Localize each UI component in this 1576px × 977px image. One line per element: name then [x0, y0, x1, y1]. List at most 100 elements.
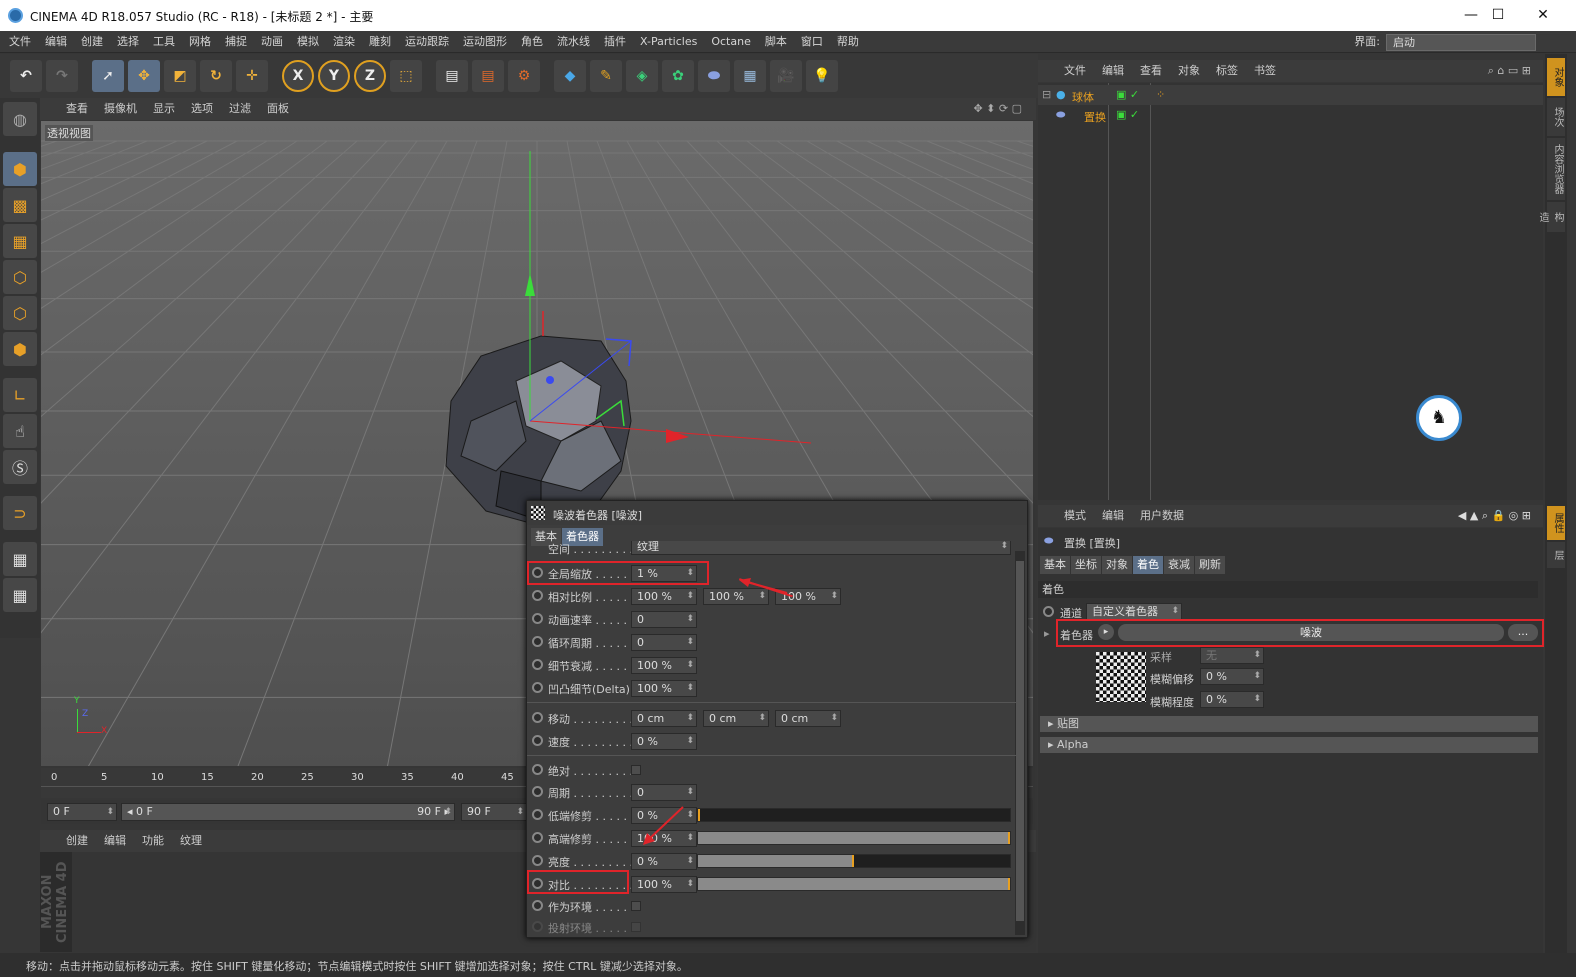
workplane-lock-icon[interactable]: ▦ [3, 542, 37, 576]
object-menu-item-0[interactable]: 文件 [1056, 60, 1094, 82]
tweak-mode-icon[interactable]: ☝ [3, 414, 37, 448]
object-manager-tools-icon[interactable]: ⌕ ⌂ ▭ ⊞ [1480, 60, 1539, 82]
workplane-align-icon[interactable]: ▦ [3, 578, 37, 612]
menu-item-16[interactable]: X-Particles [633, 31, 704, 53]
menu-item-2[interactable]: 创建 [74, 31, 110, 53]
visibility-toggle-icon[interactable]: ▣ ✓ [1116, 108, 1139, 121]
side-tab-attributes[interactable]: 属性 [1547, 506, 1565, 540]
viewport-nav-icons[interactable]: ✥ ⬍ ⟳ ▢ [965, 98, 1030, 120]
attr-tab-2[interactable]: 对象 [1102, 556, 1132, 574]
menu-item-11[interactable]: 运动跟踪 [398, 31, 456, 53]
menu-item-18[interactable]: 脚本 [758, 31, 794, 53]
channel-select[interactable]: 自定义着色器 [1086, 603, 1182, 620]
current-frame-field[interactable]: 0 F [47, 803, 117, 821]
attribute-menu-item-0[interactable]: 模式 [1056, 505, 1094, 527]
camera-icon[interactable]: 🎥 [770, 60, 802, 92]
side-tab-takes[interactable]: 场次 [1547, 98, 1565, 136]
floor-scene-icon[interactable]: ▦ [734, 60, 766, 92]
object-menu-item-1[interactable]: 编辑 [1094, 60, 1132, 82]
axis-mode-icon[interactable]: ∟ [3, 378, 37, 412]
noise-preview-thumbnail[interactable] [1096, 652, 1146, 702]
minimize-button[interactable]: — [1460, 4, 1482, 26]
blur-offset-field[interactable]: 0 % [1200, 668, 1264, 685]
viewport-menu-item-4[interactable]: 过滤 [221, 98, 259, 120]
z-axis-lock-icon[interactable]: Z [354, 60, 386, 92]
menu-item-19[interactable]: 窗口 [794, 31, 830, 53]
undo-icon[interactable]: ↶ [10, 60, 42, 92]
make-editable-icon[interactable]: ◍ [3, 102, 37, 136]
attribute-menu-item-1[interactable]: 编辑 [1094, 505, 1132, 527]
menu-item-13[interactable]: 角色 [514, 31, 550, 53]
phong-tag-icon[interactable]: ⁘ [1156, 88, 1165, 101]
group-alpha[interactable]: ▸ Alpha [1040, 737, 1538, 753]
attr-tab-4[interactable]: 衰减 [1164, 556, 1194, 574]
close-button[interactable]: ✕ [1532, 4, 1554, 26]
menu-item-17[interactable]: Octane [704, 31, 758, 53]
coordinate-system-icon[interactable]: ⬚ [390, 60, 422, 92]
object-menu-item-5[interactable]: 书签 [1246, 60, 1284, 82]
viewport-menu-item-2[interactable]: 显示 [145, 98, 183, 120]
scale-tool-icon[interactable]: ◩ [164, 60, 196, 92]
sampling-select[interactable]: 无 [1200, 647, 1264, 664]
side-tab-content-browser[interactable]: 内容浏览器 [1547, 138, 1565, 200]
render-settings-icon[interactable]: ⚙ [508, 60, 540, 92]
snap-icon[interactable]: Ⓢ [3, 450, 37, 484]
rotate-tool-icon[interactable]: ↻ [200, 60, 232, 92]
attribute-menu-item-2[interactable]: 用户数据 [1132, 505, 1192, 527]
attribute-manager-tools-icon[interactable]: ◀ ▲ ⌕ 🔒 ◎ ⊞ [1450, 505, 1539, 527]
material-menu-item-1[interactable]: 编辑 [96, 830, 134, 852]
viewport-menu-item-3[interactable]: 选项 [183, 98, 221, 120]
pen-spline-icon[interactable]: ✎ [590, 60, 622, 92]
material-menu-item-3[interactable]: 纹理 [172, 830, 210, 852]
workplane-icon[interactable]: ▦ [3, 224, 37, 258]
object-row-sphere[interactable]: ⊟ ● 球体 ▣ ✓ ⁘ [1038, 85, 1543, 105]
side-tab-objects[interactable]: 对象 [1547, 58, 1565, 96]
attr-tab-5[interactable]: 刷新 [1195, 556, 1225, 574]
polygons-mode-icon[interactable]: ⬢ [3, 332, 37, 366]
menu-item-15[interactable]: 插件 [597, 31, 633, 53]
viewport-menu-item-0[interactable]: 查看 [58, 98, 96, 120]
menu-item-8[interactable]: 模拟 [290, 31, 326, 53]
deformer-icon[interactable]: ⬬ [698, 60, 730, 92]
menu-item-3[interactable]: 选择 [110, 31, 146, 53]
object-menu-item-3[interactable]: 对象 [1170, 60, 1208, 82]
cloner-icon[interactable]: ✿ [662, 60, 694, 92]
cube-primitive-icon[interactable]: ◆ [554, 60, 586, 92]
menu-item-12[interactable]: 运动图形 [456, 31, 514, 53]
viewport-menu-item-1[interactable]: 摄像机 [96, 98, 145, 120]
menu-item-7[interactable]: 动画 [254, 31, 290, 53]
object-name-displace[interactable]: 置换 [1084, 109, 1106, 125]
y-axis-lock-icon[interactable]: Y [318, 60, 350, 92]
layout-select[interactable]: 启动 [1386, 33, 1536, 51]
visibility-toggle-icon[interactable]: ▣ ✓ [1116, 88, 1139, 101]
points-mode-icon[interactable]: ⬡ [3, 260, 37, 294]
menu-item-10[interactable]: 雕刻 [362, 31, 398, 53]
maximize-button[interactable]: ☐ [1487, 4, 1509, 26]
render-view-icon[interactable]: ▤ [436, 60, 468, 92]
light-icon[interactable]: 💡 [806, 60, 838, 92]
material-menu-item-0[interactable]: 创建 [58, 830, 96, 852]
magnet-icon[interactable]: ⊃ [3, 496, 37, 530]
move-tool-icon[interactable]: ✥ [128, 60, 160, 92]
menu-item-0[interactable]: 文件 [2, 31, 38, 53]
select-arrow-icon[interactable]: ➚ [92, 60, 124, 92]
menu-item-6[interactable]: 捕捉 [218, 31, 254, 53]
attr-tab-1[interactable]: 坐标 [1071, 556, 1101, 574]
frame-range-slider[interactable]: ◂ 0 F 90 F ▸ [121, 803, 455, 821]
attr-tab-0[interactable]: 基本 [1040, 556, 1070, 574]
side-tab-layers[interactable]: 层 [1547, 542, 1565, 568]
attr-tab-3[interactable]: 着色 [1133, 556, 1163, 574]
menu-item-9[interactable]: 渲染 [326, 31, 362, 53]
render-picture-viewer-icon[interactable]: ▤ [472, 60, 504, 92]
menu-item-14[interactable]: 流水线 [550, 31, 597, 53]
x-axis-lock-icon[interactable]: X [282, 60, 314, 92]
end-frame-field[interactable]: 90 F [461, 803, 527, 821]
object-row-displace[interactable]: ⬬ 置换 ▣ ✓ [1038, 105, 1543, 125]
viewport-menu-item-5[interactable]: 面板 [259, 98, 297, 120]
menu-item-4[interactable]: 工具 [146, 31, 182, 53]
side-tab-structure[interactable]: 构造 [1537, 202, 1565, 232]
live-selection-icon[interactable]: ✛ [236, 60, 268, 92]
edges-mode-icon[interactable]: ⬡ [3, 296, 37, 330]
model-mode-icon[interactable]: ⬢ [3, 152, 37, 186]
blur-scale-field[interactable]: 0 % [1200, 691, 1264, 708]
